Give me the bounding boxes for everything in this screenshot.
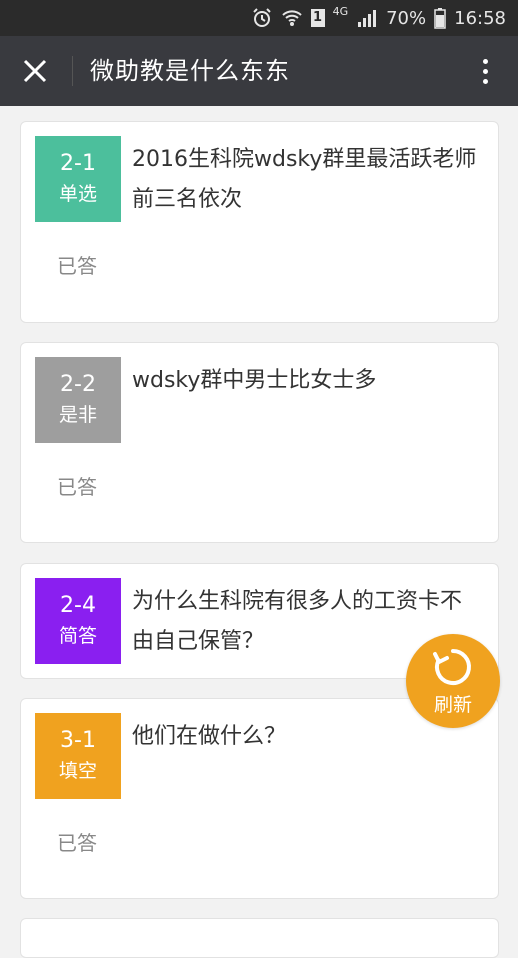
question-card[interactable]: 2-2 是非 wdsky群中男士比女士多 已答 [20,342,499,543]
question-type: 是非 [58,404,97,426]
question-type: 单选 [58,183,97,205]
title-divider [72,56,73,86]
question-card[interactable] [20,918,499,958]
status-icons: 1 4G 70% 16:58 [251,0,506,36]
wifi-icon [281,7,303,29]
signal-icon [356,7,378,29]
question-badge: 2-1 单选 [35,136,121,222]
answer-status: 已答 [57,831,97,855]
title-bar: 微助教是什么东东 [0,36,518,106]
question-text: wdsky群中男士比女士多 [132,368,377,393]
alarm-icon [251,7,273,29]
network-type: 4G [332,4,349,18]
sim-slot-indicator: 1 [310,9,325,27]
question-badge: 3-1 填空 [35,713,121,799]
question-id: 2-1 [60,151,96,176]
question-id: 2-2 [60,372,96,397]
question-type: 填空 [58,760,97,782]
close-icon [23,59,47,83]
question-text: 2016生科院wdsky群里最活跃老师前三名依次 [132,147,477,212]
close-button[interactable] [14,50,56,92]
more-vertical-icon [482,58,488,64]
more-menu-button[interactable] [470,50,500,92]
question-badge: 2-4 简答 [35,578,121,664]
question-card[interactable]: 3-1 填空 他们在做什么？ 已答 [20,698,499,899]
question-card[interactable]: 2-1 单选 2016生科院wdsky群里最活跃老师前三名依次 已答 [20,121,499,323]
battery-percent: 70% [386,7,427,29]
status-bar: 1 4G 70% 16:58 [0,0,518,36]
question-id: 3-1 [60,728,96,753]
answer-status: 已答 [57,254,97,278]
page-title: 微助教是什么东东 [90,57,290,85]
refresh-label: 刷新 [433,693,472,716]
question-type: 简答 [58,625,97,647]
question-badge: 2-2 是非 [35,357,121,443]
refresh-button[interactable]: 刷新 [406,634,500,728]
battery-icon [434,7,446,29]
answer-status: 已答 [57,475,97,499]
clock: 16:58 [454,7,506,29]
refresh-icon [433,648,471,685]
question-id: 2-4 [60,593,96,618]
